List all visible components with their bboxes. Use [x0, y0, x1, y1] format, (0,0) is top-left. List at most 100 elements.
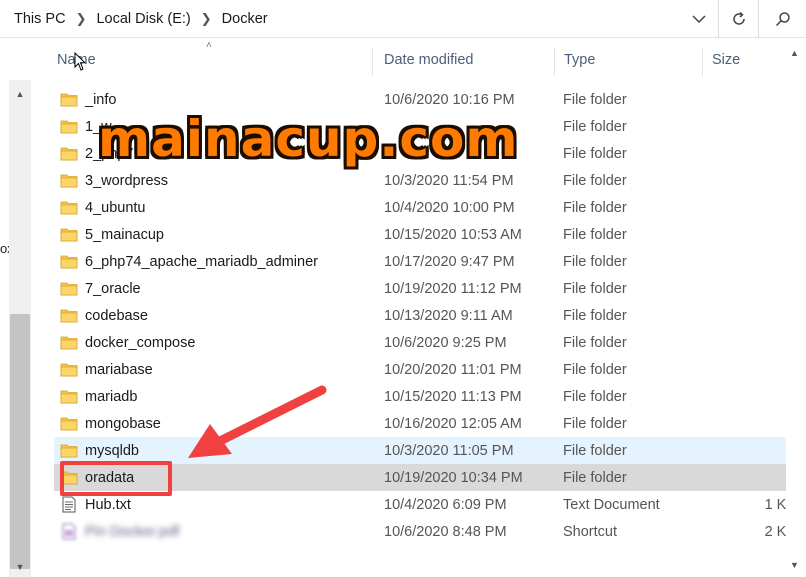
file-row[interactable]: mysqldb 10/3/2020 11:05 PM File folder — [54, 437, 802, 464]
address-divider — [718, 0, 719, 38]
file-row[interactable]: Hub.txt 10/4/2020 6:09 PM Text Document 1 K… — [54, 491, 802, 518]
column-divider[interactable] — [372, 48, 373, 76]
file-type: File folder — [563, 145, 627, 162]
folder-icon — [60, 471, 78, 485]
file-row[interactable]: 4_ubuntu 10/4/2020 10:00 PM File folder — [54, 194, 802, 221]
file-row[interactable]: Pin Docker.pdf 10/6/2020 8:48 PM Shortcut 2… — [54, 518, 802, 545]
file-date-modified: 10/16/2020 12:05 AM — [384, 415, 522, 432]
file-type: File folder — [563, 118, 627, 135]
breadcrumb-docker[interactable]: Docker — [216, 11, 274, 27]
file-row[interactable]: 7_oracle 10/19/2020 11:12 PM File folder — [54, 275, 802, 302]
file-date-modified: 10/13/2020 9:11 AM — [384, 307, 513, 324]
file-date-modified: 10/15/2020 10:53 AM — [384, 226, 522, 243]
file-name[interactable]: 5_mainacup — [85, 227, 164, 243]
file-name[interactable]: 6_php74_apache_mariadb_adminer — [85, 254, 318, 270]
file-name[interactable]: 4_ubuntu — [85, 200, 145, 216]
file-type: File folder — [563, 172, 627, 189]
address-bar[interactable]: This PC ❯ Local Disk (E:) ❯ Docker — [0, 0, 806, 38]
file-name[interactable]: oradata — [85, 470, 134, 486]
breadcrumb[interactable]: This PC ❯ Local Disk (E:) ❯ Docker — [8, 0, 680, 38]
file-name[interactable]: Pin Docker.pdf — [85, 524, 179, 540]
nav-scrollbar-thumb[interactable] — [10, 314, 30, 569]
file-name[interactable]: 3_wordpress — [85, 173, 168, 189]
file-row[interactable]: 6_php74_apache_mariadb_adminer 10/17/2020… — [54, 248, 802, 275]
folder-icon — [60, 201, 78, 215]
file-row[interactable]: docker_compose 10/6/2020 9:25 PM File fold… — [54, 329, 802, 356]
file-name[interactable]: mariabase — [85, 362, 153, 378]
file-date-modified: 10/3/2020 11:05 PM — [384, 442, 514, 459]
file-type: File folder — [563, 280, 627, 297]
file-row[interactable]: 5_mainacup 10/15/2020 10:53 AM File folder — [54, 221, 802, 248]
breadcrumb-local-disk[interactable]: Local Disk (E:) — [90, 11, 196, 27]
column-header-date[interactable]: Date modified — [384, 44, 473, 76]
folder-icon — [60, 390, 78, 404]
scroll-down-arrow-icon[interactable]: ▼ — [786, 556, 803, 573]
file-type: File folder — [563, 469, 627, 486]
file-type: File folder — [563, 415, 627, 432]
chevron-right-icon[interactable]: ❯ — [197, 11, 216, 27]
folder-icon — [60, 363, 78, 377]
file-row[interactable]: oradata 10/19/2020 10:34 PM File folder — [54, 464, 802, 491]
file-list-scrollbar[interactable]: ▲ ▼ — [786, 44, 803, 577]
file-type: File folder — [563, 199, 627, 216]
folder-icon — [60, 147, 78, 161]
file-date-modified: 10/19/2020 11:12 PM — [384, 280, 522, 297]
file-row[interactable]: mongobase 10/16/2020 12:05 AM File folder — [54, 410, 802, 437]
file-date-modified: 10/3/2020 11:54 PM — [384, 172, 514, 189]
file-date-modified: 10/6/2020 8:48 PM — [384, 523, 507, 540]
file-date-modified: 10/15/2020 11:13 PM — [384, 388, 522, 405]
shortcut-file-icon — [62, 523, 76, 540]
file-type: Text Document — [563, 496, 660, 513]
file-name[interactable]: mysqldb — [85, 443, 139, 459]
file-type: File folder — [563, 307, 627, 324]
folder-icon — [60, 255, 78, 269]
file-name[interactable]: mariadb — [85, 389, 137, 405]
file-list: _info 10/6/2020 10:16 PM File folder 1_w Fil… — [54, 86, 802, 545]
refresh-icon — [733, 11, 745, 25]
folder-icon — [60, 417, 78, 431]
file-date-modified: 10/6/2020 10:16 PM — [384, 91, 515, 108]
file-name[interactable]: Hub.txt — [85, 497, 131, 513]
address-dropdown-button[interactable] — [684, 0, 714, 38]
file-name[interactable]: 1_w — [85, 119, 112, 135]
file-date-modified: 10/19/2020 10:34 PM — [384, 469, 523, 486]
file-row[interactable]: codebase 10/13/2020 9:11 AM File folder — [54, 302, 802, 329]
file-name[interactable]: docker_compose — [85, 335, 195, 351]
folder-icon — [60, 93, 78, 107]
file-date-modified: 10/20/2020 11:01 PM — [384, 361, 522, 378]
search-box[interactable] — [768, 0, 798, 38]
folder-icon — [60, 120, 78, 134]
nav-scrollbar[interactable]: ▲ ▼ — [9, 80, 31, 577]
chevron-right-icon[interactable]: ❯ — [72, 11, 91, 27]
breadcrumb-this-pc[interactable]: This PC — [8, 11, 72, 27]
search-divider — [758, 0, 759, 38]
file-row[interactable]: 1_w File folder — [54, 113, 802, 140]
file-name[interactable]: 7_oracle — [85, 281, 141, 297]
file-name[interactable]: codebase — [85, 308, 148, 324]
mouse-cursor-icon — [74, 52, 86, 71]
folder-icon — [60, 282, 78, 296]
file-row[interactable]: 3_wordpress 10/3/2020 11:54 PM File folder — [54, 167, 802, 194]
file-date-modified: 10/4/2020 6:09 PM — [384, 496, 507, 513]
file-row[interactable]: mariabase 10/20/2020 11:01 PM File folder — [54, 356, 802, 383]
file-name[interactable]: mongobase — [85, 416, 161, 432]
file-row[interactable]: mariadb 10/15/2020 11:13 PM File folder — [54, 383, 802, 410]
file-name[interactable]: _info — [85, 92, 116, 108]
chevron-down-icon — [692, 15, 706, 24]
column-divider[interactable] — [554, 48, 555, 76]
file-type: Shortcut — [563, 523, 617, 540]
sort-ascending-icon: ˄ — [206, 40, 212, 51]
column-header-type[interactable]: Type — [564, 44, 595, 76]
scroll-up-arrow-icon[interactable]: ▲ — [9, 86, 31, 102]
column-header-size[interactable]: Size — [712, 44, 740, 76]
file-type: File folder — [563, 388, 627, 405]
file-row[interactable]: _info 10/6/2020 10:16 PM File folder — [54, 86, 802, 113]
scroll-down-arrow-icon[interactable]: ▼ — [9, 559, 31, 575]
file-row[interactable]: 2_php7 File folder — [54, 140, 802, 167]
refresh-button[interactable] — [724, 0, 754, 38]
file-type: File folder — [563, 334, 627, 351]
file-name[interactable]: 2_php7 — [85, 146, 133, 162]
column-headers: ˄ Name Date modified Type Size — [44, 40, 802, 76]
scroll-up-arrow-icon[interactable]: ▲ — [786, 44, 803, 61]
column-divider[interactable] — [702, 48, 703, 76]
